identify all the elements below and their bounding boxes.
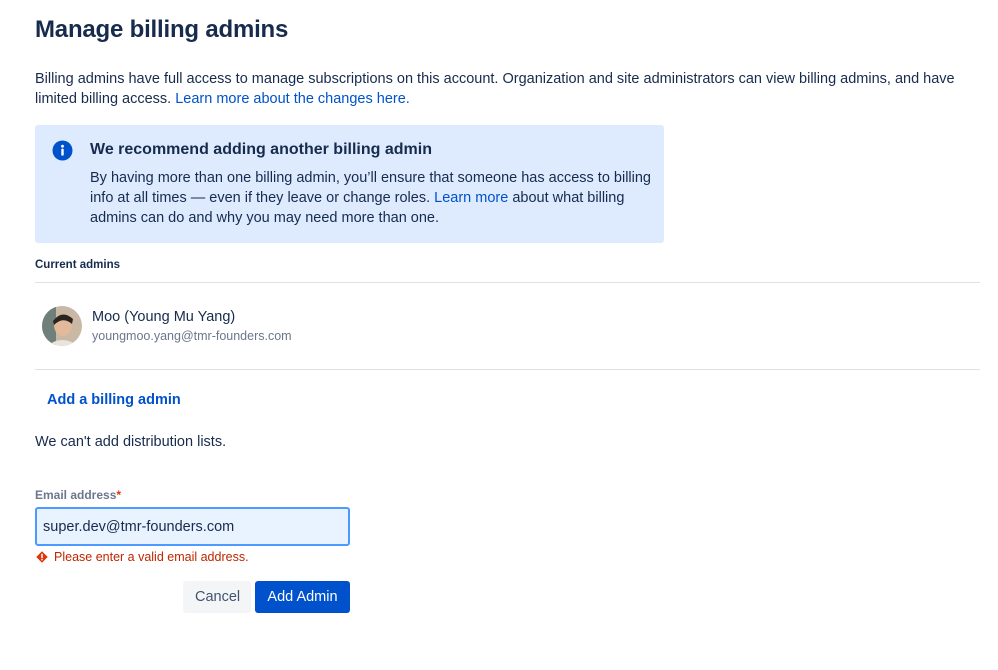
recommendation-notice: We recommend adding another billing admi… bbox=[35, 125, 664, 243]
divider bbox=[35, 282, 980, 283]
error-text: Please enter a valid email address. bbox=[54, 550, 249, 564]
notice-learn-more-link[interactable]: Learn more bbox=[434, 190, 508, 206]
cancel-button[interactable]: Cancel bbox=[183, 581, 251, 613]
avatar bbox=[42, 306, 82, 346]
email-field[interactable] bbox=[35, 507, 350, 546]
admin-name: Moo (Young Mu Yang) bbox=[92, 309, 236, 325]
page-title: Manage billing admins bbox=[35, 16, 289, 43]
email-error-message: Please enter a valid email address. bbox=[36, 550, 249, 564]
divider bbox=[35, 369, 980, 370]
email-field-label: Email address* bbox=[35, 488, 121, 502]
info-icon bbox=[52, 140, 73, 161]
admin-email: youngmoo.yang@tmr-founders.com bbox=[92, 329, 292, 343]
required-marker: * bbox=[116, 488, 122, 502]
error-icon bbox=[36, 551, 48, 563]
notice-body: By having more than one billing admin, y… bbox=[90, 168, 655, 228]
intro-text: Billing admins have full access to manag… bbox=[35, 69, 965, 109]
email-label-text: Email address bbox=[35, 488, 117, 502]
notice-title: We recommend adding another billing admi… bbox=[90, 141, 432, 158]
learn-more-changes-link[interactable]: Learn more about the changes here. bbox=[175, 91, 410, 107]
avatar-photo bbox=[42, 306, 82, 346]
add-billing-admin-link[interactable]: Add a billing admin bbox=[47, 392, 181, 408]
add-admin-button[interactable]: Add Admin bbox=[255, 581, 350, 613]
intro-text-body: Billing admins have full access to manag… bbox=[35, 71, 955, 107]
distribution-list-note: We can't add distribution lists. bbox=[35, 434, 227, 450]
current-admins-label: Current admins bbox=[35, 259, 120, 271]
